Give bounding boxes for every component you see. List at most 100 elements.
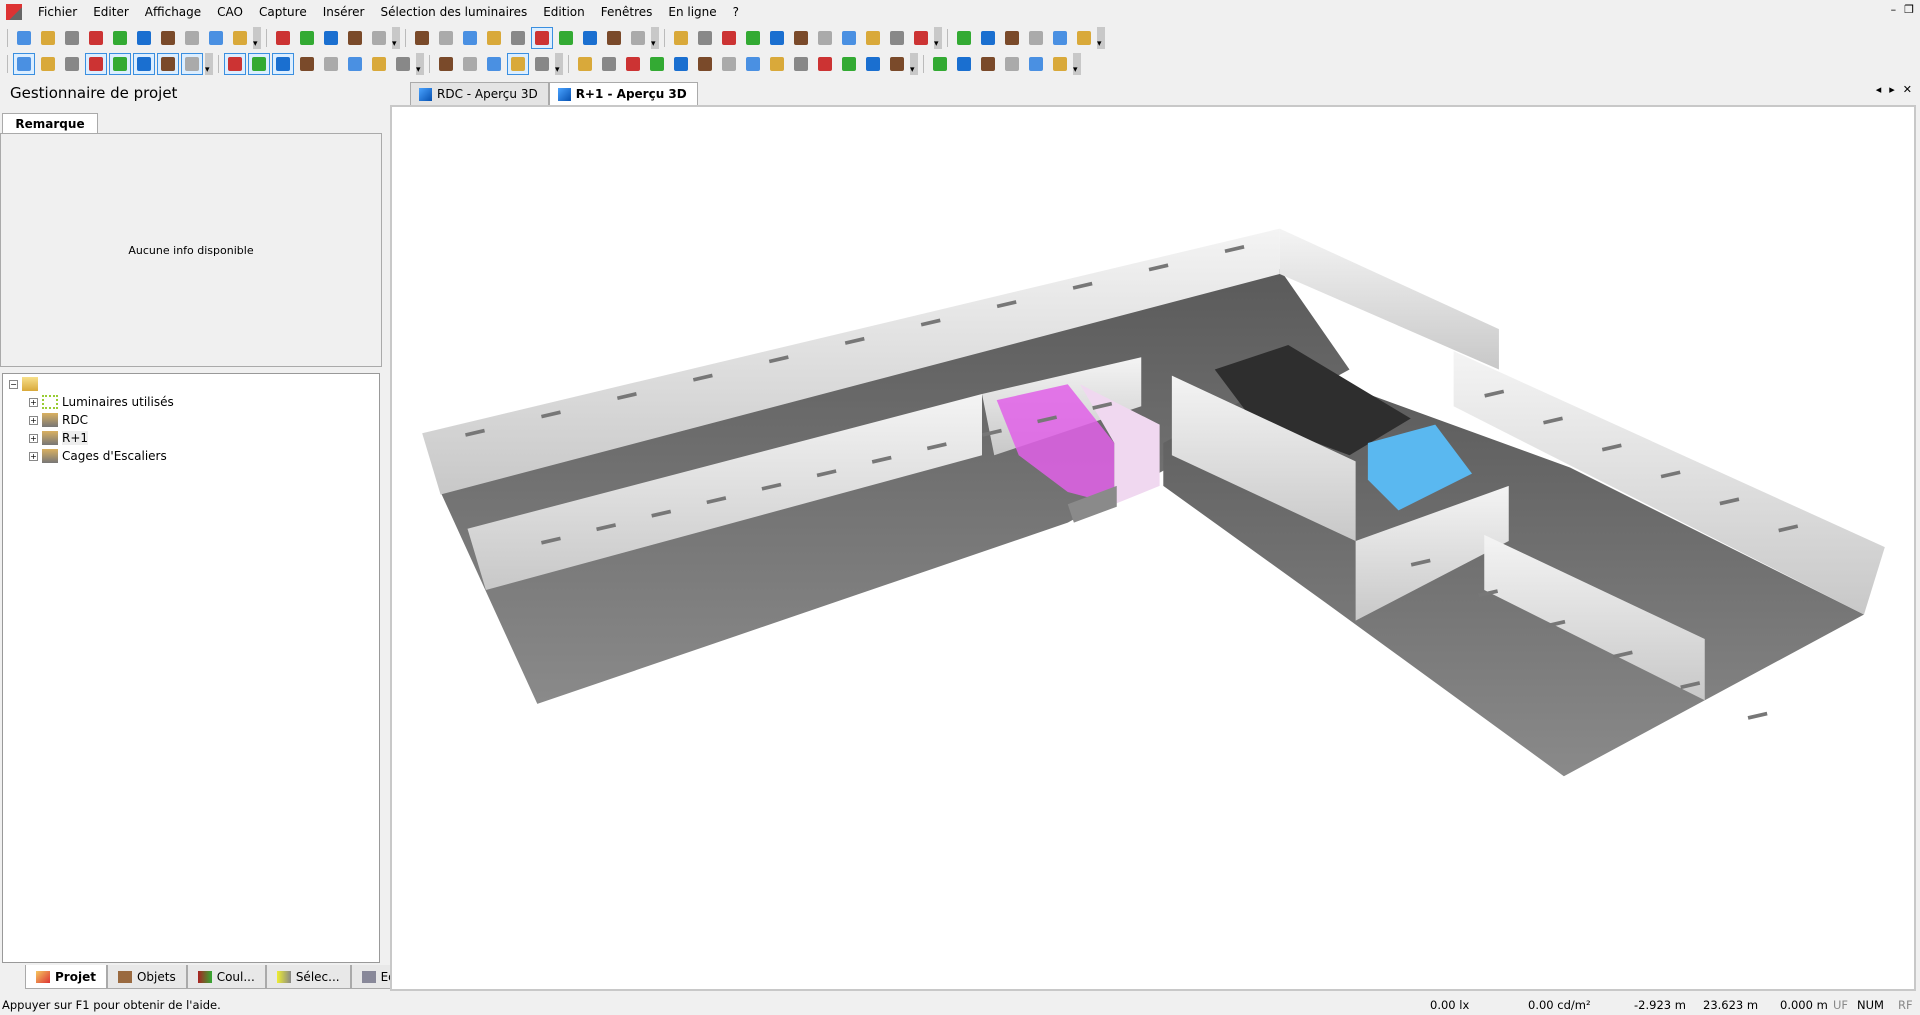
toolbar-button[interactable] [622,53,644,75]
toolbar-overflow-button[interactable] [416,52,424,75]
tree-item-cages[interactable]: + Cages d'Escaliers [29,447,167,465]
close-view-icon[interactable]: ✕ [1903,83,1912,96]
toolbar-overflow-button[interactable] [205,52,213,75]
toolbar-button[interactable] [459,27,481,49]
3d-scene[interactable] [392,107,1916,991]
toolbar-button[interactable] [910,27,932,49]
expand-icon[interactable]: + [29,397,38,407]
toolbar-button[interactable] [411,27,433,49]
toolbar-overflow-button[interactable] [1097,26,1105,49]
toolbar-button[interactable] [109,27,131,49]
app-icon[interactable] [6,4,22,20]
toolbar-overflow-button[interactable] [934,26,942,49]
toolbar-button[interactable] [368,27,390,49]
toolbar-button[interactable] [507,27,529,49]
toolbar-button[interactable] [531,26,553,49]
tab-next-icon[interactable]: ▸ [1889,83,1895,96]
3d-viewport[interactable] [390,105,1916,991]
toolbar-button[interactable] [157,52,179,75]
toolbar-button[interactable] [790,27,812,49]
toolbar-overflow-button[interactable] [651,26,659,49]
toolbar-button[interactable] [37,27,59,49]
tab-selection[interactable]: Sélec... [265,965,351,989]
toolbar-button[interactable] [109,52,131,75]
toolbar-button[interactable] [181,52,203,75]
toolbar-button[interactable] [598,53,620,75]
toolbar-button[interactable] [320,27,342,49]
menu-capture[interactable]: Capture [251,0,315,24]
toolbar-button[interactable] [977,27,999,49]
tree-item-rdc[interactable]: + RDC [29,411,88,429]
toolbar-button[interactable] [435,53,457,75]
toolbar-button[interactable] [862,53,884,75]
tab-remarque[interactable]: Remarque [2,113,98,134]
expand-icon[interactable]: + [29,433,38,443]
toolbar-button[interactable] [85,27,107,49]
menu-selection-luminaires[interactable]: Sélection des luminaires [372,0,535,24]
toolbar-button[interactable] [1001,27,1023,49]
toolbar-button[interactable] [37,53,59,75]
toolbar-button[interactable] [1025,27,1047,49]
toolbar-button[interactable] [742,27,764,49]
toolbar-overflow-button[interactable] [392,26,400,49]
menu-fichier[interactable]: Fichier [30,0,85,24]
menu-fenetres[interactable]: Fenêtres [593,0,661,24]
toolbar-overflow-button[interactable] [1073,52,1081,75]
toolbar-button[interactable] [953,53,975,75]
toolbar-button[interactable] [507,52,529,75]
toolbar-button[interactable] [459,53,481,75]
toolbar-button[interactable] [13,52,35,75]
toolbar-button[interactable] [435,27,457,49]
toolbar-overflow-button[interactable] [910,52,918,75]
toolbar-button[interactable] [1073,27,1095,49]
toolbar-button[interactable] [181,27,203,49]
tab-projet[interactable]: Projet [25,965,107,989]
toolbar-button[interactable] [205,27,227,49]
toolbar-button[interactable] [694,27,716,49]
toolbar-button[interactable] [646,53,668,75]
toolbar-button[interactable] [296,53,318,75]
tree-root[interactable]: − [9,375,38,393]
toolbar-button[interactable] [1025,53,1047,75]
menu-en-ligne[interactable]: En ligne [660,0,724,24]
toolbar-button[interactable] [344,27,366,49]
toolbar-button[interactable] [531,53,553,75]
menu-editer[interactable]: Editer [85,0,137,24]
toolbar-button[interactable] [368,53,390,75]
toolbar-button[interactable] [603,27,625,49]
toolbar-button[interactable] [814,53,836,75]
tab-objets[interactable]: Objets [106,965,187,989]
menu-affichage[interactable]: Affichage [137,0,209,24]
toolbar-button[interactable] [483,27,505,49]
toolbar-button[interactable] [61,27,83,49]
toolbar-button[interactable] [670,27,692,49]
toolbar-button[interactable] [1001,53,1023,75]
toolbar-button[interactable] [766,27,788,49]
tree-item-r1[interactable]: + R+1 [29,429,89,447]
toolbar-button[interactable] [320,53,342,75]
toolbar-button[interactable] [886,27,908,49]
expand-icon[interactable]: + [29,451,38,461]
menu-cao[interactable]: CAO [209,0,251,24]
restore-icon[interactable]: ❐ [1904,3,1914,16]
toolbar-button[interactable] [85,52,107,75]
toolbar-button[interactable] [886,53,908,75]
toolbar-button[interactable] [627,27,649,49]
toolbar-button[interactable] [838,53,860,75]
toolbar-button[interactable] [766,53,788,75]
minimize-icon[interactable]: – [1891,3,1897,16]
toolbar-button[interactable] [838,27,860,49]
toolbar-button[interactable] [579,27,601,49]
menu-help[interactable]: ? [725,0,747,24]
collapse-icon[interactable]: − [9,379,18,389]
tab-couleurs[interactable]: Coul... [186,965,266,989]
toolbar-button[interactable] [555,27,577,49]
toolbar-button[interactable] [296,27,318,49]
tab-rdc-3d[interactable]: RDC - Aperçu 3D [410,82,549,105]
toolbar-button[interactable] [670,53,692,75]
toolbar-overflow-button[interactable] [253,26,261,49]
toolbar-overflow-button[interactable] [555,52,563,75]
toolbar-button[interactable] [61,53,83,75]
toolbar-button[interactable] [392,53,414,75]
toolbar-button[interactable] [248,52,270,75]
